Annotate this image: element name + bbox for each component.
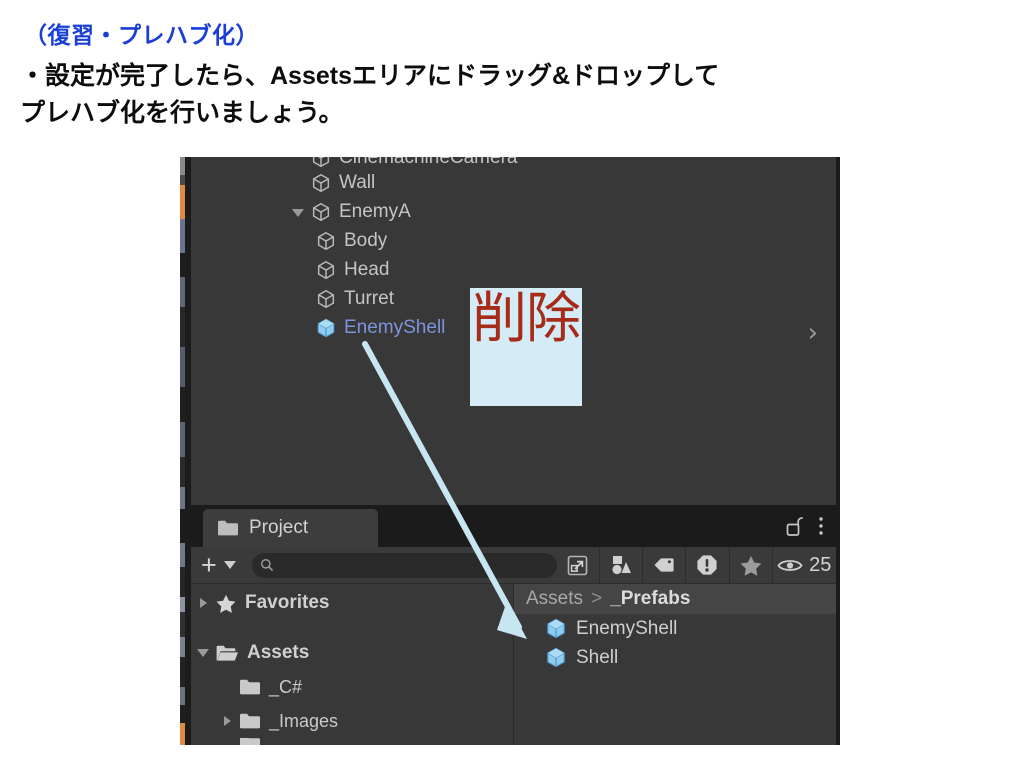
- warning-filter-icon: [697, 555, 717, 575]
- project-tree-item-favorites[interactable]: Favorites: [191, 586, 513, 620]
- star-icon: [216, 594, 236, 613]
- folder-icon: [240, 713, 260, 729]
- folder-icon: [240, 679, 260, 695]
- hierarchy-row-head[interactable]: Head: [191, 255, 836, 284]
- delete-annotation-label: 削除: [471, 286, 581, 350]
- hierarchy-row-label: Body: [344, 229, 388, 251]
- tab-project[interactable]: Project: [203, 509, 378, 547]
- cube-outline-icon: [312, 202, 330, 221]
- breadcrumb-separator: >: [591, 588, 603, 609]
- hierarchy-row-label: Wall: [339, 171, 376, 193]
- hierarchy-row-label: Head: [344, 258, 390, 280]
- slide-body-line-1: ・設定が完了したら、Assetsエリアにドラッグ&ドロップして: [20, 62, 720, 90]
- right-panel-gutter: [836, 157, 840, 745]
- unlock-icon[interactable]: [785, 515, 804, 537]
- hierarchy-row-wall[interactable]: Wall: [191, 168, 836, 197]
- folder-icon: [240, 738, 260, 745]
- hierarchy-row-label: EnemyShell: [344, 316, 446, 338]
- unity-editor-screenshot: CinemachineCamera Wall EnemyA Body Head …: [180, 157, 840, 745]
- favorite-filter-icon: [740, 555, 761, 576]
- slide-heading: （復習・プレハブ化）: [24, 22, 259, 48]
- twisty-closed-icon[interactable]: [215, 716, 239, 726]
- hierarchy-row-cinemachinecamera[interactable]: CinemachineCamera: [191, 157, 836, 168]
- shape-filter-icon: [612, 556, 632, 575]
- project-panel: Project + 25 Favorites Assets _C# _Image…: [191, 505, 836, 745]
- plus-icon: +: [201, 549, 217, 580]
- cube-outline-icon: [312, 173, 330, 192]
- tab-project-label: Project: [249, 517, 309, 538]
- chevron-down-icon: [223, 561, 236, 569]
- kebab-menu-icon[interactable]: [818, 515, 824, 537]
- project-tree-item-label: _C#: [269, 676, 303, 697]
- hierarchy-row-label: EnemyA: [339, 200, 411, 222]
- filter-by-favorite-button[interactable]: [729, 547, 771, 583]
- filter-by-type-button[interactable]: [600, 547, 642, 583]
- twisty-open-icon[interactable]: [191, 649, 215, 657]
- cube-outline-icon: [317, 289, 335, 308]
- search-input[interactable]: [251, 552, 557, 578]
- create-asset-button[interactable]: +: [191, 549, 242, 580]
- hierarchy-row-body[interactable]: Body: [191, 226, 836, 255]
- search-icon: [260, 558, 273, 572]
- breadcrumb: Assets > _Prefabs: [514, 584, 836, 614]
- project-tree-item-clipped[interactable]: [191, 738, 513, 745]
- project-content-area: Assets > _Prefabs EnemyShell Shell: [514, 584, 836, 745]
- project-tab-bar: Project: [191, 505, 836, 547]
- delete-annotation-box: 削除: [470, 288, 582, 406]
- project-toolbar: + 25: [191, 547, 836, 584]
- project-asset-item-enemyshell[interactable]: EnemyShell: [514, 614, 836, 643]
- project-tree-item-label: Favorites: [245, 592, 330, 613]
- project-asset-item-shell[interactable]: Shell: [514, 643, 836, 672]
- label-filter-icon: [654, 558, 674, 572]
- prefab-cube-icon: [547, 647, 565, 668]
- filter-by-label-button[interactable]: [643, 547, 685, 583]
- eye-icon: [777, 559, 803, 571]
- filter-by-warning-button[interactable]: [686, 547, 728, 583]
- project-tree-item-assets[interactable]: Assets: [191, 636, 513, 670]
- twisty-closed-icon[interactable]: [191, 598, 215, 608]
- breadcrumb-root[interactable]: Assets: [526, 588, 583, 610]
- open-in-new-icon: [568, 555, 588, 575]
- prefab-cube-icon: [317, 318, 335, 337]
- visible-count-button[interactable]: 25: [773, 547, 836, 583]
- slide-body-line-2: プレハブ化を行いましょう。: [20, 98, 344, 127]
- cube-outline-icon: [317, 260, 335, 279]
- project-asset-label: EnemyShell: [576, 617, 678, 639]
- project-body: Favorites Assets _C# _Images Assets > _P…: [191, 584, 836, 745]
- project-tree-item-csharp[interactable]: _C#: [191, 670, 513, 704]
- hierarchy-row-enemya[interactable]: EnemyA: [191, 197, 836, 226]
- project-tree-item-label: _Images: [269, 710, 339, 731]
- project-tree-item-images[interactable]: _Images: [191, 704, 513, 738]
- chevron-right-icon[interactable]: ›: [808, 320, 818, 346]
- hierarchy-row-label: Turret: [344, 287, 394, 309]
- visible-count-label: 25: [809, 553, 832, 576]
- project-tree-item-label: Assets: [247, 642, 310, 663]
- project-tab-actions: [785, 505, 824, 547]
- project-folder-tree: Favorites Assets _C# _Images: [191, 584, 514, 745]
- cube-outline-icon: [317, 231, 335, 250]
- folder-open-icon: [216, 645, 238, 661]
- breadcrumb-current[interactable]: _Prefabs: [610, 588, 690, 610]
- hierarchy-twisty-enemya[interactable]: [287, 201, 309, 223]
- project-asset-label: Shell: [576, 646, 619, 668]
- expand-search-button[interactable]: [557, 547, 599, 583]
- slide-body: ・設定が完了したら、Assetsエリアにドラッグ&ドロップして プレハブ化を行い…: [20, 58, 980, 131]
- folder-icon: [218, 520, 238, 536]
- prefab-cube-icon: [547, 618, 565, 639]
